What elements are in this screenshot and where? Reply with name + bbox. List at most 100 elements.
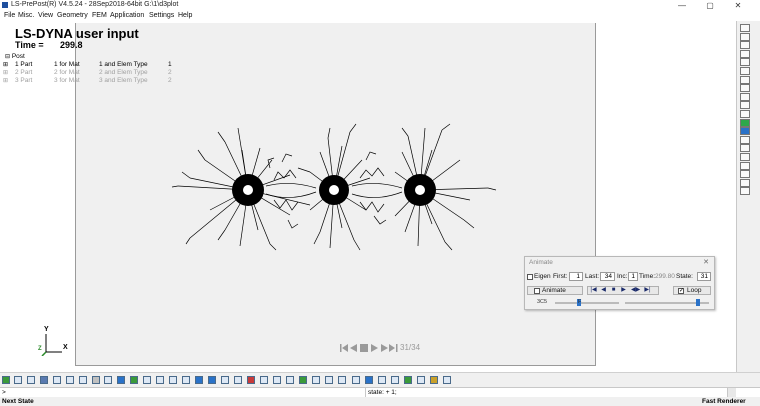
expand-icon[interactable]: ⊟ — [5, 54, 10, 60]
toolbar-icon[interactable] — [443, 376, 451, 384]
maximize-button[interactable]: ▢ — [696, 0, 724, 11]
toolbar-icon[interactable] — [273, 376, 281, 384]
tool-icon[interactable] — [740, 75, 750, 84]
inc-label: Inc: — [617, 273, 628, 280]
toolbar-icon[interactable] — [299, 376, 307, 384]
tool-icon[interactable] — [740, 178, 750, 187]
bounce-icon[interactable]: ◀▶ — [631, 287, 640, 293]
fracture-model[interactable] — [170, 120, 500, 255]
tool-icon[interactable] — [740, 135, 750, 144]
menu-geometry[interactable]: Geometry — [57, 12, 88, 19]
toolbar-icon[interactable] — [66, 376, 74, 384]
menu-settings[interactable]: Settings — [149, 12, 174, 19]
toolbar-icon[interactable] — [430, 376, 438, 384]
tool-icon[interactable] — [740, 101, 750, 110]
command-scroll[interactable] — [727, 388, 736, 397]
tool-icon[interactable] — [740, 58, 750, 67]
next-frame-icon — [381, 344, 388, 352]
toolbar-icon[interactable] — [14, 376, 22, 384]
dialog-close-icon[interactable]: ✕ — [703, 258, 709, 266]
tool-icon[interactable] — [740, 144, 750, 153]
menu-fem[interactable]: FEM — [92, 12, 107, 19]
toolbar-icon[interactable] — [143, 376, 151, 384]
toolbar-icon[interactable] — [221, 376, 229, 384]
tool-icon[interactable] — [740, 161, 750, 170]
toolbar-icon[interactable] — [352, 376, 360, 384]
tool-icon[interactable] — [740, 110, 750, 118]
frame-slider-thumb[interactable] — [696, 299, 701, 306]
menu-view[interactable]: View — [38, 12, 53, 19]
toolbar-icon[interactable] — [338, 376, 346, 384]
toolbar-icon[interactable] — [312, 376, 320, 384]
close-button[interactable]: ✕ — [724, 0, 752, 11]
playback-buttons[interactable]: |◀ ◀ ■ ▶ ◀▶ ▶| — [587, 286, 659, 295]
toolbar-icon[interactable] — [40, 376, 48, 384]
toolbar-icon[interactable] — [169, 376, 177, 384]
toolbar-icon[interactable] — [208, 376, 216, 384]
animate-toggle[interactable]: Animate — [527, 286, 583, 295]
menu-application[interactable]: Application — [110, 12, 144, 19]
tool-icon[interactable] — [740, 49, 750, 58]
toolbar-icon[interactable] — [247, 376, 255, 384]
toolbar-icon[interactable] — [286, 376, 294, 384]
first-frame-icon[interactable]: |◀ — [590, 287, 597, 293]
toolbar-icon[interactable] — [325, 376, 333, 384]
menu-misc[interactable]: Misc. — [18, 12, 34, 19]
prev-frame-icon[interactable]: ◀ — [600, 287, 607, 293]
loop-toggle[interactable]: ✓ Loop — [673, 286, 711, 295]
tool-icon[interactable] — [740, 41, 750, 50]
toolbar-icon[interactable] — [104, 376, 112, 384]
toolbar-icon[interactable] — [234, 376, 242, 384]
tool-icon[interactable] — [740, 170, 750, 179]
tool-icon[interactable] — [740, 118, 750, 127]
toolbar-icon[interactable] — [53, 376, 61, 384]
tree-row[interactable]: ⊞ 3 Part 3 for Mat 3 and Elem Type 2 — [3, 77, 172, 84]
part-mat: 3 for Mat — [54, 77, 80, 84]
loop-checkbox[interactable]: ✓ — [678, 288, 684, 294]
first-frame-icon — [342, 344, 348, 352]
toolbar-icon[interactable] — [417, 376, 425, 384]
toolbar-icon[interactable] — [27, 376, 35, 384]
minimize-button[interactable]: — — [668, 0, 696, 11]
speed-slider-track[interactable] — [555, 302, 619, 304]
stop-icon[interactable]: ■ — [610, 287, 617, 293]
tool-icon[interactable] — [740, 24, 750, 32]
last-frame-icon[interactable]: ▶| — [644, 287, 651, 293]
tree-row[interactable]: ⊞ 2 Part 2 for Mat 2 and Elem Type 2 — [3, 69, 172, 76]
menu-help[interactable]: Help — [178, 12, 192, 19]
tool-icon[interactable] — [740, 67, 750, 75]
play-icon[interactable]: ▶ — [620, 287, 627, 293]
inc-input[interactable]: 1 — [628, 272, 638, 281]
toolbar-icon[interactable] — [378, 376, 386, 384]
animate-checkbox[interactable] — [534, 288, 540, 294]
animate-dialog[interactable]: Animate ✕ Eigen First: 1 Last: 34 Inc: 1… — [524, 256, 715, 310]
part-mat: 1 for Mat — [54, 61, 80, 68]
toolbar-icon[interactable] — [117, 376, 125, 384]
toolbar-icon[interactable] — [404, 376, 412, 384]
toolbar-icon[interactable] — [79, 376, 87, 384]
state-input[interactable]: 31 — [697, 272, 711, 281]
command-input[interactable] — [6, 388, 364, 397]
menu-file[interactable]: File — [4, 12, 15, 19]
toolbar-icon[interactable] — [391, 376, 399, 384]
tool-icon[interactable] — [740, 153, 750, 161]
toolbar-icon[interactable] — [130, 376, 138, 384]
toolbar-icon[interactable] — [156, 376, 164, 384]
tool-icon[interactable] — [740, 84, 750, 93]
eigen-checkbox[interactable] — [527, 274, 533, 280]
toolbar-icon[interactable] — [365, 376, 373, 384]
toolbar-icon[interactable] — [2, 376, 10, 384]
dialog-title: Animate — [529, 259, 553, 266]
tool-icon[interactable] — [740, 127, 750, 136]
toolbar-icon[interactable] — [195, 376, 203, 384]
last-input[interactable]: 34 — [600, 272, 615, 281]
tool-icon[interactable] — [740, 187, 750, 196]
toolbar-icon[interactable] — [260, 376, 268, 384]
tree-root[interactable]: ⊟ Post — [5, 53, 25, 60]
toolbar-icon[interactable] — [92, 376, 100, 384]
first-input[interactable]: 1 — [569, 272, 583, 281]
toolbar-icon[interactable] — [182, 376, 190, 384]
tool-icon[interactable] — [740, 32, 750, 41]
tool-icon[interactable] — [740, 92, 750, 101]
tree-row[interactable]: ⊞ 1 Part 1 for Mat 1 and Elem Type 1 — [3, 61, 172, 68]
